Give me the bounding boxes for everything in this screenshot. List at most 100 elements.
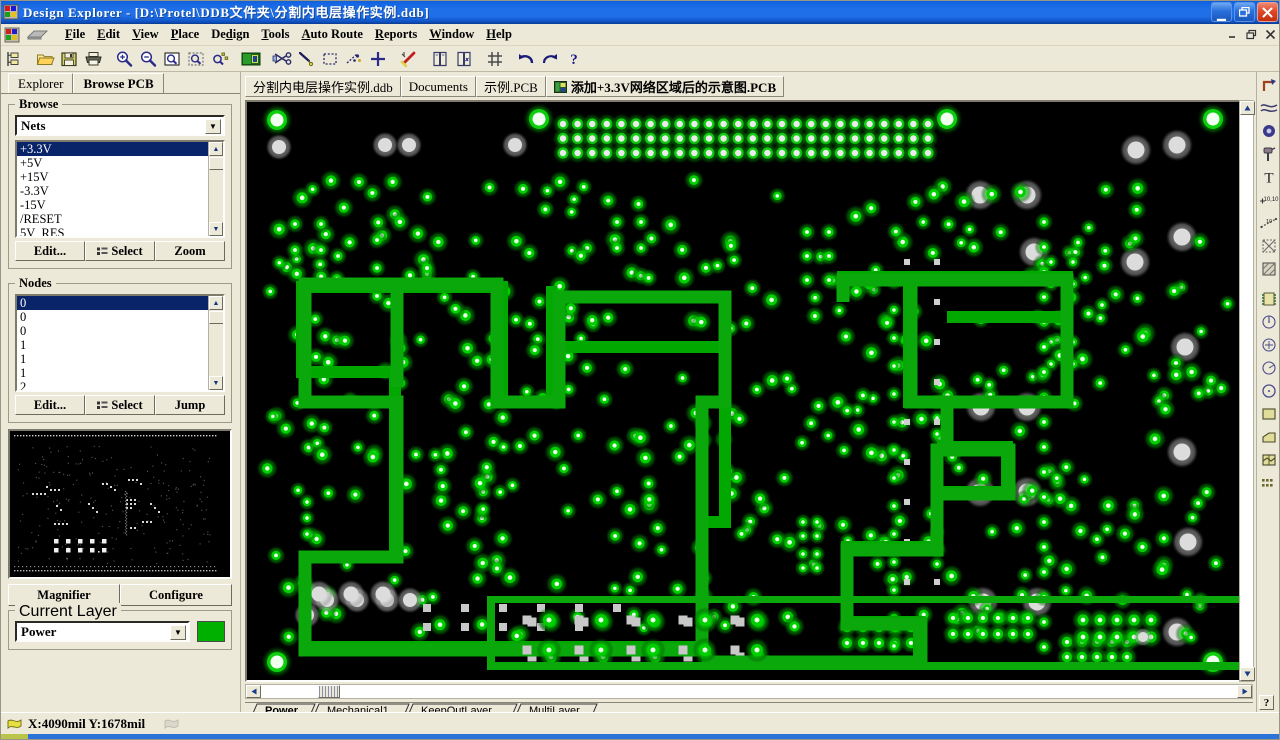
- menu-window[interactable]: Window: [423, 25, 480, 44]
- paste-pen-icon[interactable]: [295, 48, 317, 70]
- scroll-down-button[interactable]: ▼: [209, 376, 223, 390]
- list-item[interactable]: 5V_RES: [17, 226, 223, 238]
- pcb-editor-canvas[interactable]: [245, 100, 1253, 682]
- book-icon[interactable]: [429, 48, 451, 70]
- scroll-up-button[interactable]: ▲: [209, 296, 223, 310]
- scroll-down-button[interactable]: ▼: [209, 222, 223, 236]
- rect-fill-icon[interactable]: [1258, 403, 1280, 425]
- net-edit-button[interactable]: Edit...: [15, 241, 85, 261]
- canvas-scroll-left-button[interactable]: [246, 685, 261, 698]
- zoom-out-icon[interactable]: [137, 48, 159, 70]
- array-icon[interactable]: [1258, 472, 1280, 494]
- doc-tab-example-pcb[interactable]: 示例.PCB: [476, 76, 546, 97]
- list-item[interactable]: 1: [17, 352, 223, 366]
- close-button[interactable]: [1257, 2, 1278, 22]
- move-selection-icon[interactable]: [343, 48, 365, 70]
- arc-center-icon[interactable]: [1258, 311, 1280, 333]
- mdi-minimize-button[interactable]: [1225, 27, 1239, 41]
- chevron-down-icon[interactable]: ▼: [205, 119, 221, 134]
- list-item[interactable]: 2: [17, 380, 223, 392]
- board-preview[interactable]: [8, 429, 232, 579]
- restore-button[interactable]: [1234, 2, 1255, 22]
- chevron-down-icon[interactable]: ▼: [170, 625, 186, 640]
- hscroll-track[interactable]: [261, 685, 1237, 698]
- undo-arrow-icon[interactable]: [515, 48, 537, 70]
- layer-color-swatch[interactable]: [197, 621, 225, 642]
- nodes-listbox[interactable]: 0 0 0 1 1 1 2 3 ▲ ▼: [15, 294, 225, 392]
- scrollbar-thumb[interactable]: [209, 311, 224, 324]
- menu-place[interactable]: Place: [165, 25, 205, 44]
- menu-reports[interactable]: Reports: [369, 25, 423, 44]
- zoom-document-icon[interactable]: [161, 48, 183, 70]
- scroll-up-button[interactable]: ▲: [209, 142, 223, 156]
- help-resize-button[interactable]: ?: [1259, 695, 1274, 710]
- protel-small-icon[interactable]: [3, 26, 21, 44]
- text-t-icon[interactable]: T: [1258, 166, 1280, 188]
- room-hatched-icon[interactable]: [1258, 235, 1280, 257]
- doc-tab-ddb[interactable]: 分割内电层操作实例.ddb: [245, 76, 401, 97]
- open-folder-icon[interactable]: [34, 48, 56, 70]
- canvas-scroll-up-button[interactable]: [1240, 101, 1255, 115]
- magic-wand-icon[interactable]: [398, 48, 420, 70]
- node-jump-button[interactable]: Jump: [155, 395, 225, 415]
- arc-any-icon[interactable]: [1258, 357, 1280, 379]
- node-edit-button[interactable]: Edit...: [15, 395, 85, 415]
- hscroll-thumb[interactable]: [318, 685, 340, 698]
- pcb-artwork[interactable]: [247, 102, 1251, 680]
- zoom-selection-icon[interactable]: [209, 48, 231, 70]
- doc-tab-active-pcb[interactable]: 添加+3.3V网络区域后的示意图.PCB: [546, 76, 784, 97]
- grid-icon[interactable]: [484, 48, 506, 70]
- list-item[interactable]: /RESET: [17, 212, 223, 226]
- component-icon[interactable]: [1258, 288, 1280, 310]
- arc-edge-icon[interactable]: [1258, 334, 1280, 356]
- list-item[interactable]: 1: [17, 338, 223, 352]
- canvas-horizontal-scrollbar[interactable]: [245, 684, 1253, 699]
- pad-icon[interactable]: [1258, 120, 1280, 142]
- canvas-scroll-right-button[interactable]: [1237, 685, 1252, 698]
- menu-autoroute[interactable]: Auto Route: [295, 25, 368, 44]
- panel-toggle-icon[interactable]: [3, 48, 25, 70]
- book-net-icon[interactable]: [453, 48, 475, 70]
- via-icon[interactable]: [1258, 143, 1280, 165]
- browse-category-combo[interactable]: Nets ▼: [15, 115, 225, 136]
- mdi-close-button[interactable]: [1263, 27, 1277, 41]
- configure-button[interactable]: Configure: [120, 584, 232, 606]
- nets-listbox[interactable]: +3.3V +5V +15V -3.3V -15V /RESET 5V_RES …: [15, 140, 225, 238]
- list-item[interactable]: 1: [17, 366, 223, 380]
- canvas-vertical-scrollbar[interactable]: [1239, 100, 1254, 682]
- menu-help[interactable]: Help: [480, 25, 518, 44]
- menu-design[interactable]: DeDign: [205, 25, 255, 44]
- menu-file[interactable]: File: [59, 25, 91, 44]
- polygon-icon[interactable]: [1258, 426, 1280, 448]
- tab-browse-pcb[interactable]: Browse PCB: [73, 73, 163, 94]
- minimize-button[interactable]: ▁: [1211, 2, 1232, 22]
- list-item[interactable]: +15V: [17, 170, 223, 184]
- list-item[interactable]: 0: [17, 296, 223, 310]
- coordinate-icon[interactable]: 10,10: [1258, 189, 1280, 211]
- menu-view[interactable]: View: [126, 25, 165, 44]
- scrollbar-thumb[interactable]: [209, 157, 224, 170]
- list-item[interactable]: -3.3V: [17, 184, 223, 198]
- scissors-icon[interactable]: [271, 48, 293, 70]
- dimension-icon[interactable]: 10: [1258, 212, 1280, 234]
- crosshair-move-icon[interactable]: [367, 48, 389, 70]
- net-zoom-button[interactable]: Zoom: [155, 241, 225, 261]
- printer-icon[interactable]: [82, 48, 104, 70]
- list-item[interactable]: -15V: [17, 198, 223, 212]
- redo-arrow-icon[interactable]: [539, 48, 561, 70]
- tab-explorer[interactable]: Explorer: [8, 73, 73, 94]
- circle-icon[interactable]: [1258, 380, 1280, 402]
- list-item[interactable]: 0: [17, 310, 223, 324]
- list-item[interactable]: +3.3V: [17, 142, 223, 156]
- net-select-button[interactable]: Select: [85, 241, 155, 261]
- nodes-scrollbar[interactable]: ▲ ▼: [208, 296, 223, 390]
- menu-edit[interactable]: Edit: [91, 25, 126, 44]
- view-area-icon[interactable]: [240, 48, 262, 70]
- split-plane-icon[interactable]: [1258, 449, 1280, 471]
- document-drag-icon[interactable]: [25, 27, 51, 43]
- floppy-save-icon[interactable]: [58, 48, 80, 70]
- zoom-in-icon[interactable]: [113, 48, 135, 70]
- list-item[interactable]: +5V: [17, 156, 223, 170]
- canvas-scroll-down-button[interactable]: [1240, 667, 1255, 681]
- fill-hatched-icon[interactable]: [1258, 258, 1280, 280]
